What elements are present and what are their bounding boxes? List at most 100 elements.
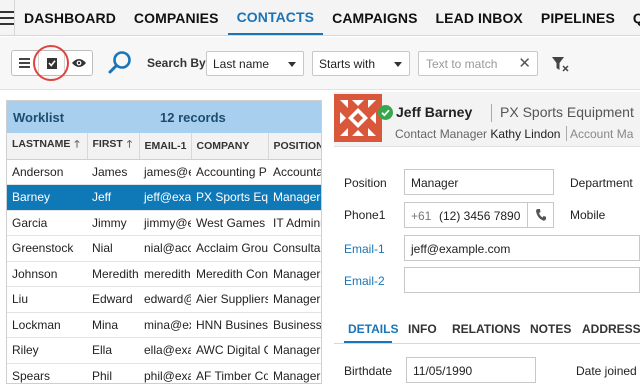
eye-icon[interactable] bbox=[65, 51, 92, 75]
divider bbox=[491, 104, 492, 122]
email2-field[interactable] bbox=[404, 267, 640, 293]
cell-lastname: Greenstock bbox=[7, 235, 87, 262]
active-tab-indicator bbox=[344, 341, 392, 343]
position-field[interactable]: Manager bbox=[404, 169, 554, 195]
email2-label[interactable]: Email-2 bbox=[344, 274, 385, 288]
detail-tabs: DETAILS INFO RELATIONS NOTES ADDRESS bbox=[334, 316, 640, 344]
cell-company: PX Sports Equ bbox=[191, 184, 268, 211]
search-operator-select[interactable]: Starts with bbox=[312, 51, 410, 76]
nav-quote[interactable]: QUOTE bbox=[624, 0, 640, 35]
view-mode-group bbox=[11, 50, 93, 76]
chevron-down-icon bbox=[288, 62, 296, 67]
nav-companies[interactable]: COMPANIES bbox=[125, 0, 228, 35]
table-row[interactable]: Garcia Jimmy jimmy@e West Games I IT Admini bbox=[7, 210, 321, 236]
worklist-panel: Worklist 12 records LASTNAME 🡑 FIRST 🡑 EMA… bbox=[6, 100, 322, 384]
column-header-first[interactable]: FIRST 🡑 bbox=[87, 133, 140, 160]
cell-company: Accounting P bbox=[191, 159, 268, 185]
divider bbox=[566, 126, 567, 141]
phone1-label: Phone1 bbox=[344, 208, 386, 222]
cell-first: Jeff bbox=[87, 184, 139, 211]
active-status-check-icon bbox=[378, 105, 393, 120]
column-header-company[interactable]: COMPANY bbox=[191, 133, 269, 160]
cell-position: Manager bbox=[268, 337, 321, 364]
column-header-lastname[interactable]: LASTNAME 🡑 bbox=[7, 133, 88, 160]
date-joined-label: Date joined bbox=[576, 364, 637, 378]
nav-pipelines[interactable]: PIPELINES bbox=[532, 0, 624, 35]
contact-company[interactable]: PX Sports Equipment bbox=[500, 104, 634, 120]
cell-first: Jimmy bbox=[87, 210, 139, 236]
cell-company: Acclaim Grou bbox=[191, 235, 268, 262]
email1-label[interactable]: Email-1 bbox=[344, 242, 385, 256]
nav-lead-inbox[interactable]: LEAD INBOX bbox=[427, 0, 532, 35]
cell-company: Meredith Con bbox=[191, 261, 268, 287]
table-row[interactable]: Riley Ella ella@exa AWC Digital C Manager bbox=[7, 337, 321, 364]
contact-manager-line: Contact Manager Kathy Lindon bbox=[395, 127, 561, 141]
cell-email: jeff@exa bbox=[139, 184, 191, 211]
column-header-email[interactable]: EMAIL-1 bbox=[139, 133, 192, 160]
contacts-table: LASTNAME 🡑 FIRST 🡑 EMAIL-1 COMPANY POSITIO… bbox=[7, 133, 321, 383]
sort-arrow-icon: 🡑 bbox=[126, 139, 133, 151]
tab-address[interactable]: ADDRESS bbox=[582, 322, 640, 336]
card-icon[interactable] bbox=[39, 51, 66, 75]
cell-email: edward@ bbox=[139, 286, 191, 313]
worklist-title: Worklist bbox=[13, 109, 65, 125]
cell-first: Meredith bbox=[87, 261, 139, 287]
cell-email: meredith bbox=[139, 261, 191, 287]
cell-company: West Games I bbox=[191, 210, 268, 236]
chevron-down-icon bbox=[394, 62, 402, 67]
toolbar: Search By Last name Starts with Text to … bbox=[0, 37, 640, 90]
cell-lastname: Garcia bbox=[7, 210, 87, 236]
account-manager-label: Account Ma bbox=[570, 127, 634, 141]
search-field-select[interactable]: Last name bbox=[206, 51, 304, 76]
table-row[interactable]: LockmanMinamina@exHNN BusinessBusiness C bbox=[7, 312, 321, 338]
cell-position: Manager bbox=[268, 261, 321, 287]
table-row[interactable]: Greenstock Nial nial@acc Acclaim Grou Consul… bbox=[7, 235, 321, 262]
cell-position: Manager bbox=[268, 184, 321, 211]
sort-arrow-icon: 🡑 bbox=[74, 139, 80, 151]
column-header-position[interactable]: POSITION bbox=[268, 133, 321, 160]
text-to-match-input[interactable]: Text to match ✕ bbox=[418, 51, 538, 76]
contact-detail-panel: Jeff Barney PX Sports Equipment Contact … bbox=[334, 92, 640, 384]
position-label: Position bbox=[344, 176, 387, 190]
cell-lastname: Liu bbox=[7, 286, 87, 313]
contact-header: Jeff Barney PX Sports Equipment Contact … bbox=[334, 92, 640, 147]
search-icon[interactable] bbox=[107, 50, 133, 76]
email1-field[interactable]: jeff@example.com bbox=[404, 235, 640, 261]
cell-position: IT Admini bbox=[268, 210, 321, 236]
nav-campaigns[interactable]: CAMPAIGNS bbox=[323, 0, 426, 35]
nav-contacts[interactable]: CONTACTS bbox=[227, 0, 324, 35]
table-row[interactable]: Anderson James james@e Accounting P Accounta bbox=[7, 159, 321, 185]
cell-position: Accounta bbox=[268, 159, 321, 185]
table-row[interactable]: Johnson Meredith meredith Meredith Con Manag… bbox=[7, 261, 321, 287]
list-icon[interactable] bbox=[12, 51, 39, 75]
cell-lastname: Anderson bbox=[7, 159, 87, 185]
cell-position: Manager bbox=[268, 286, 321, 313]
birthdate-field[interactable]: 11/05/1990 bbox=[406, 357, 536, 383]
tab-details[interactable]: DETAILS bbox=[348, 322, 398, 336]
search-operator-value: Starts with bbox=[319, 57, 376, 71]
cell-lastname: Spears bbox=[7, 363, 87, 383]
clear-text-icon[interactable]: ✕ bbox=[518, 54, 531, 72]
company-logo bbox=[334, 94, 382, 142]
cell-email: ella@exa bbox=[139, 337, 191, 364]
clear-filter-icon[interactable] bbox=[550, 54, 570, 74]
table-row[interactable]: Spears Phil phil@exa AF Timber Co Manager bbox=[7, 363, 321, 383]
tab-info[interactable]: INFO bbox=[408, 322, 437, 336]
table-header-row: LASTNAME 🡑 FIRST 🡑 EMAIL-1 COMPANY POSITIO… bbox=[7, 133, 321, 160]
tab-notes[interactable]: NOTES bbox=[530, 322, 571, 336]
table-row[interactable]: Liu Edward edward@ Aier Suppliers Manager bbox=[7, 286, 321, 313]
phone-number: (12) 3456 7890 bbox=[439, 209, 521, 223]
cell-first: Ella bbox=[87, 337, 139, 364]
cell-first: Nial bbox=[87, 235, 139, 262]
tab-relations[interactable]: RELATIONS bbox=[452, 322, 520, 336]
cell-first: Edward bbox=[87, 286, 139, 313]
nav-dashboard[interactable]: DASHBOARD bbox=[15, 0, 125, 35]
cell-lastname: Riley bbox=[7, 337, 87, 364]
table-row[interactable]: Barney Jeff jeff@exa PX Sports Equ Manager bbox=[7, 184, 321, 211]
phone1-field[interactable]: +61 (12) 3456 7890 bbox=[404, 202, 554, 228]
cell-company: HNN Business bbox=[191, 312, 268, 338]
cell-first: Mina bbox=[87, 312, 139, 338]
hamburger-menu-icon[interactable] bbox=[0, 0, 15, 35]
birthdate-label: Birthdate bbox=[344, 364, 393, 378]
phone-icon[interactable] bbox=[527, 203, 553, 227]
